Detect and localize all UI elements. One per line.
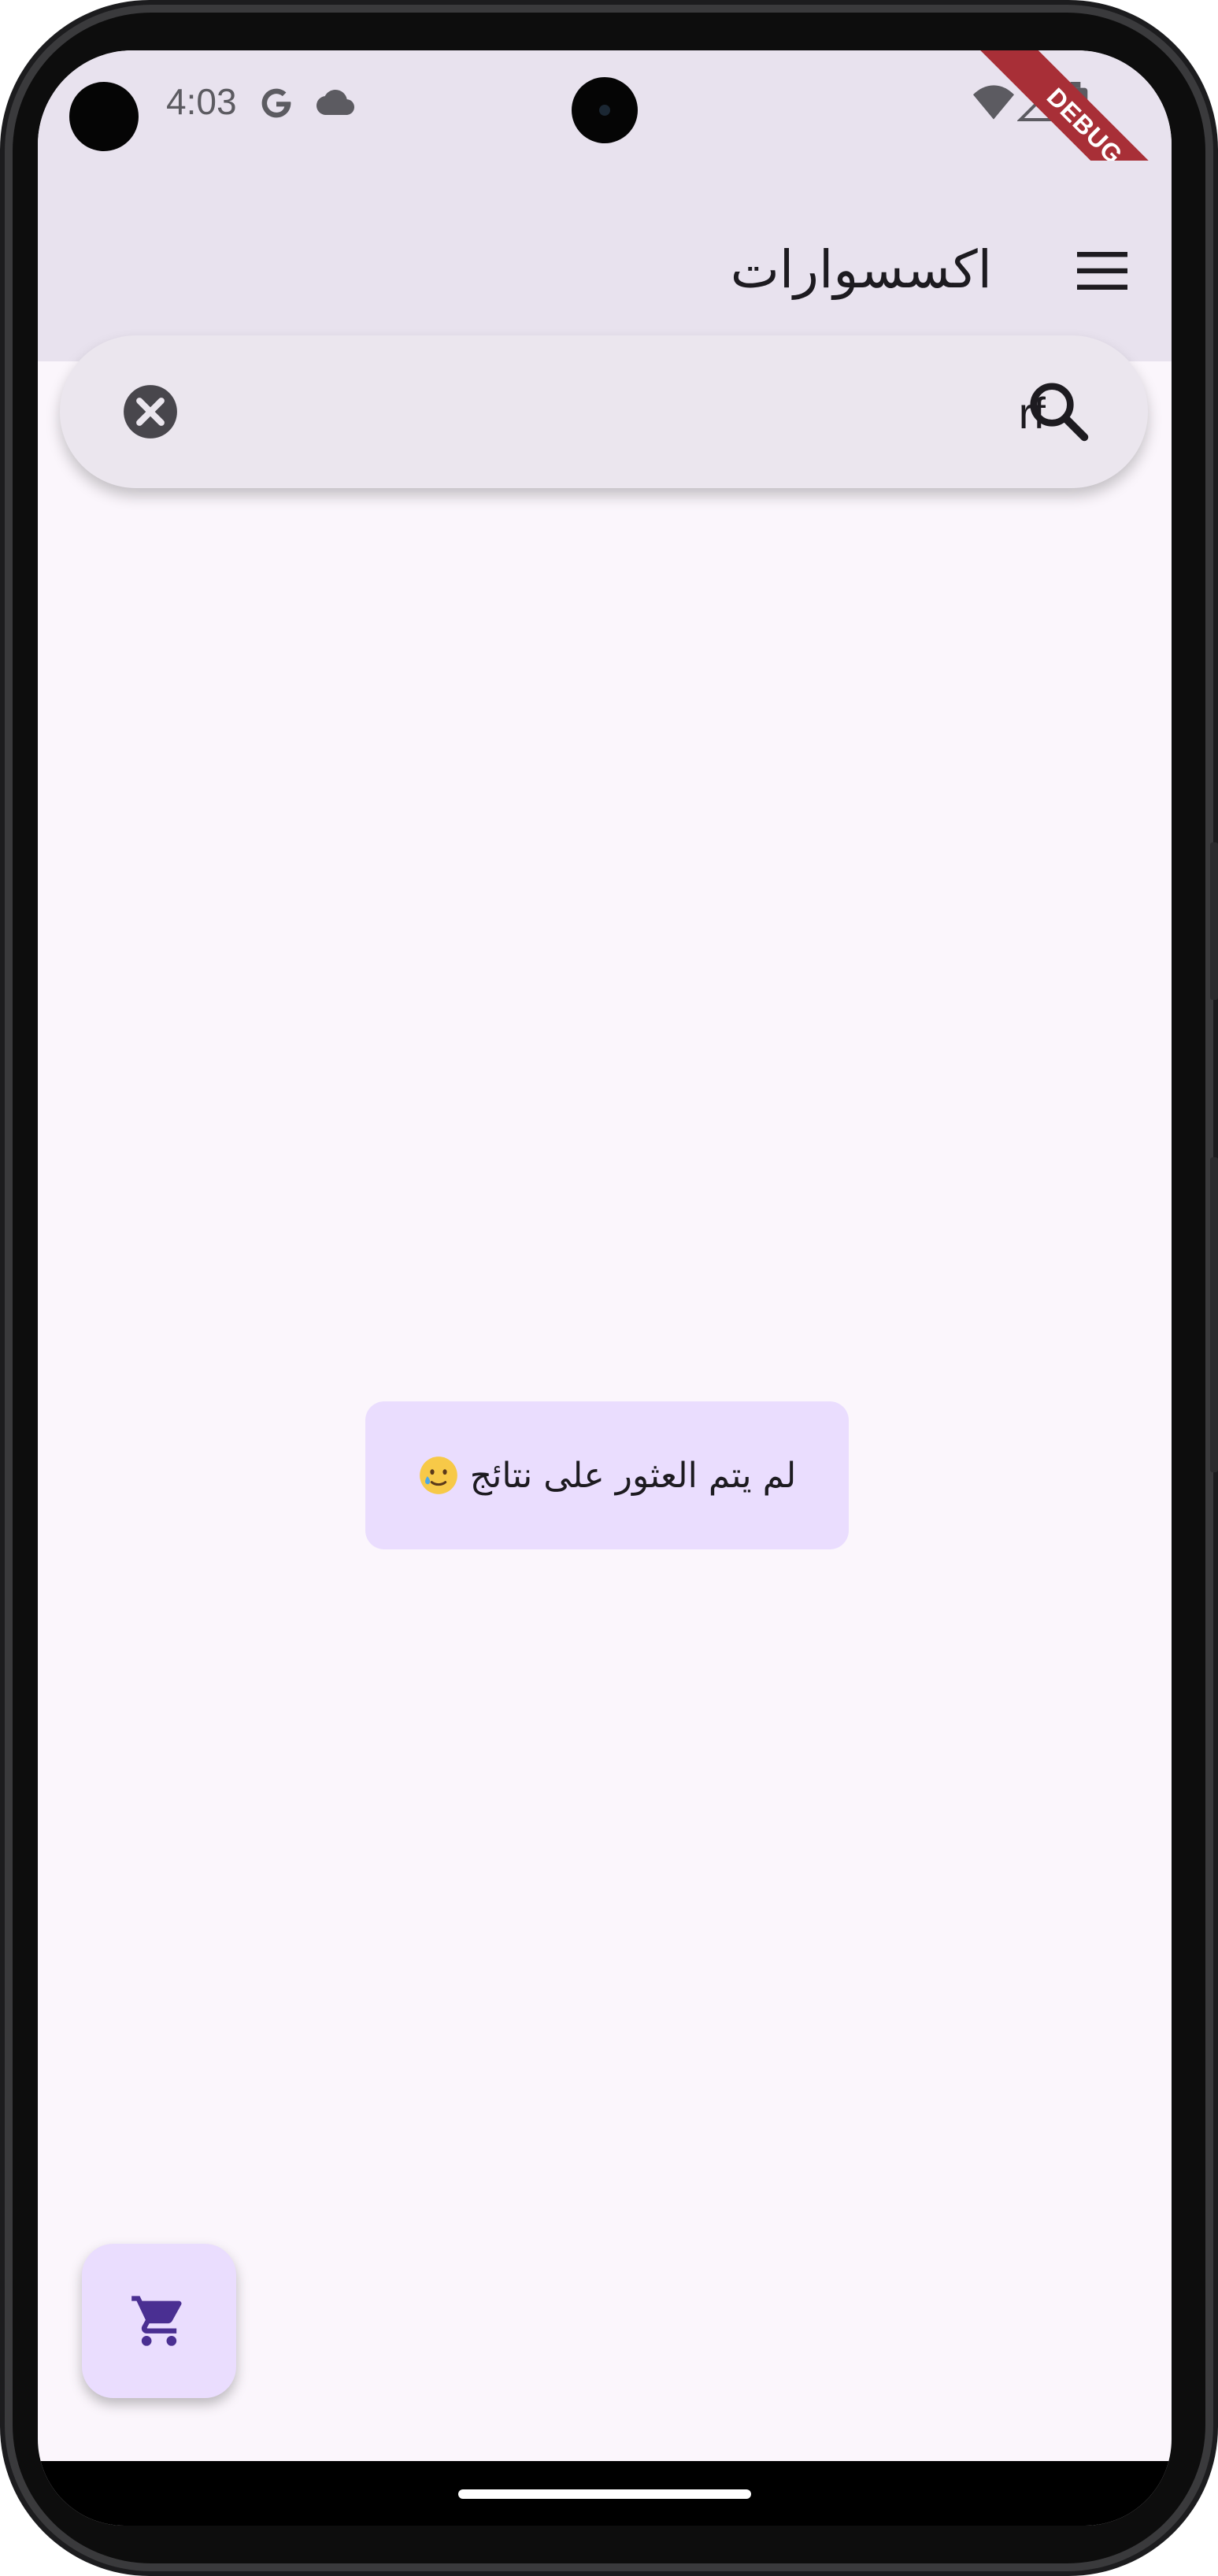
power-button bbox=[1210, 842, 1218, 1000]
google-icon bbox=[261, 88, 291, 118]
search-bar bbox=[60, 335, 1148, 488]
phone-frame: 4:03 DEBUG اكسسوارات rf لم يتم العثور عل… bbox=[0, 0, 1218, 2576]
menu-button[interactable] bbox=[1064, 233, 1140, 309]
volume-button bbox=[1210, 1157, 1218, 1472]
smiling-face-with-tear-icon bbox=[419, 1456, 457, 1494]
status-bar: 4:03 DEBUG bbox=[38, 50, 1172, 252]
app-bar: اكسسوارات bbox=[38, 161, 1172, 361]
front-camera bbox=[572, 77, 638, 143]
no-results-message: لم يتم العثور على نتائج bbox=[365, 1401, 849, 1549]
cancel-icon[interactable] bbox=[121, 383, 180, 441]
wifi-icon bbox=[973, 85, 1014, 120]
cart-button[interactable] bbox=[82, 2244, 236, 2398]
status-time: 4:03 bbox=[166, 81, 237, 122]
shopping-cart-icon bbox=[131, 2296, 182, 2346]
camera-cutout bbox=[69, 82, 139, 151]
search-input[interactable] bbox=[217, 367, 1047, 458]
no-results-text: لم يتم العثور على نتائج bbox=[469, 1455, 797, 1496]
navigation-bar bbox=[38, 2461, 1172, 2526]
hamburger-menu-icon bbox=[1077, 252, 1127, 290]
cloud-icon bbox=[317, 90, 354, 115]
app-screen: 4:03 DEBUG اكسسوارات rf لم يتم العثور عل… bbox=[38, 50, 1172, 2526]
search-icon[interactable] bbox=[1025, 378, 1093, 446]
page-title: اكسسوارات bbox=[730, 239, 992, 300]
home-indicator[interactable] bbox=[458, 2489, 751, 2499]
